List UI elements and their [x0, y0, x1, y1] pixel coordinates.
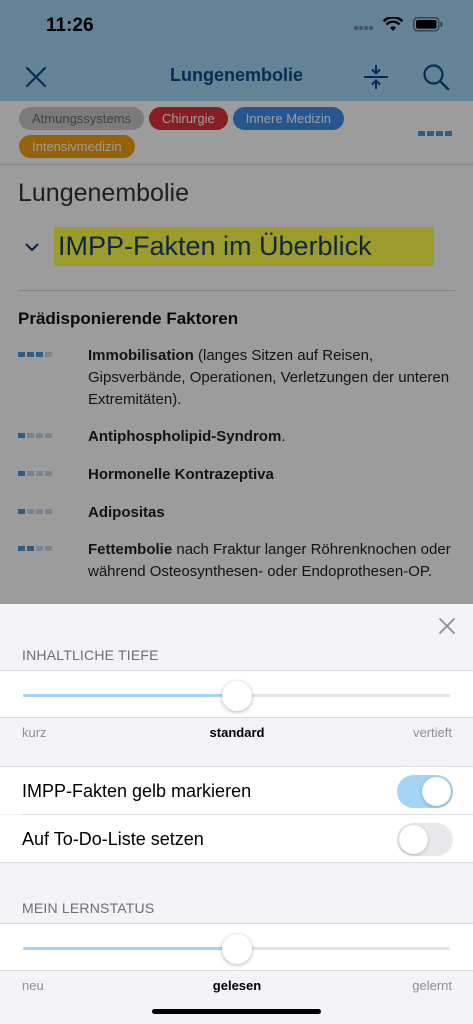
- item-text: Hormonelle Kontrazeptiva: [88, 466, 274, 483]
- item-text: Fettembolie nach Fraktur langer Röhrenkn…: [88, 541, 451, 580]
- learn-status-max-label: gelernt: [412, 978, 452, 993]
- collapse-all-button[interactable]: [361, 62, 391, 92]
- learn-status-slider-thumb[interactable]: [221, 934, 252, 964]
- chevron-down-icon: [24, 236, 48, 258]
- item-text: Immobilisation (langes Sitzen auf Reisen…: [88, 347, 450, 408]
- search-button[interactable]: [421, 62, 451, 92]
- tag-atmungssystems[interactable]: Atmungssystems: [19, 107, 144, 130]
- learn-status-slider-row: [0, 923, 473, 971]
- todo-list-toggle[interactable]: [397, 823, 453, 856]
- section-title: IMPP-Fakten im Überblick: [54, 227, 434, 266]
- divider: [18, 290, 455, 291]
- item-text: Adipositas: [88, 504, 165, 521]
- relevance-dots-icon: [18, 509, 52, 514]
- depth-max-label: vertieft: [412, 725, 452, 740]
- subheading: Prädisponierende Faktoren: [18, 309, 239, 328]
- toggle-row-impp: IMPP-Fakten gelb markieren: [0, 766, 473, 814]
- status-time: 11:26: [46, 15, 94, 36]
- learn-status-slider-fill: [23, 947, 237, 950]
- status-bar: 11:26: [0, 0, 473, 52]
- sheet-close-button[interactable]: [436, 615, 458, 637]
- relevance-dots-icon: [18, 546, 52, 551]
- tag-innere-medizin[interactable]: Innere Medizin: [232, 107, 345, 130]
- toggle-knob: [399, 825, 428, 854]
- divider: [0, 164, 473, 165]
- relevance-dots-icon: [418, 131, 452, 136]
- depth-scale: kurz standard vertieft: [22, 725, 452, 743]
- relevance-dots-icon: [18, 471, 52, 476]
- toggle-row-todo: Auf To-Do-Liste setzen: [0, 815, 473, 863]
- toggle-label-todo: Auf To-Do-Liste setzen: [22, 829, 204, 849]
- learn-status-slider[interactable]: [23, 934, 450, 964]
- battery-icon: [413, 17, 443, 37]
- close-icon: [439, 618, 455, 634]
- tag-chirurgie[interactable]: Chirurgie: [148, 107, 228, 130]
- depth-slider-thumb[interactable]: [221, 681, 252, 711]
- impp-highlight-toggle[interactable]: [397, 775, 453, 808]
- search-icon: [423, 64, 450, 91]
- toggle-label-impp: IMPP-Fakten gelb markieren: [22, 781, 252, 801]
- settings-sheet: INHALTLICHE TIEFE kurz standard vertieft…: [0, 604, 473, 1024]
- nav-title: Lungenembolie: [169, 65, 303, 85]
- collapse-icon: [364, 65, 388, 89]
- learn-status-section-label: MEIN LERNSTATUS: [22, 900, 155, 916]
- section-header[interactable]: IMPP-Fakten im Überblick: [24, 227, 434, 266]
- tag-intensivmedizin[interactable]: Intensivmedizin: [19, 135, 135, 158]
- article-content: Atmungssystems Chirurgie Innere Medizin …: [0, 101, 473, 604]
- relevance-dots-icon: [18, 352, 52, 357]
- nav-bar: Lungenembolie: [0, 52, 473, 101]
- depth-selected-label: standard: [209, 725, 265, 740]
- depth-slider-row: [0, 670, 473, 718]
- learn-status-selected-label: gelesen: [212, 978, 262, 993]
- relevance-dots-icon: [18, 433, 52, 438]
- depth-slider-fill: [23, 694, 237, 697]
- cellular-icon: [353, 18, 374, 36]
- wifi-icon: [382, 16, 404, 37]
- status-icons: [353, 16, 443, 37]
- item-text: Antiphospholipid-Syndrom.: [88, 428, 286, 445]
- learn-status-scale: neu gelesen gelernt: [22, 978, 452, 996]
- tag-list: Atmungssystems Chirurgie Innere Medizin …: [19, 107, 399, 158]
- toggle-knob: [422, 777, 451, 806]
- home-indicator: [152, 1009, 321, 1014]
- depth-slider[interactable]: [23, 681, 450, 711]
- depth-section-label: INHALTLICHE TIEFE: [22, 647, 159, 663]
- article-title: Lungenembolie: [18, 179, 189, 207]
